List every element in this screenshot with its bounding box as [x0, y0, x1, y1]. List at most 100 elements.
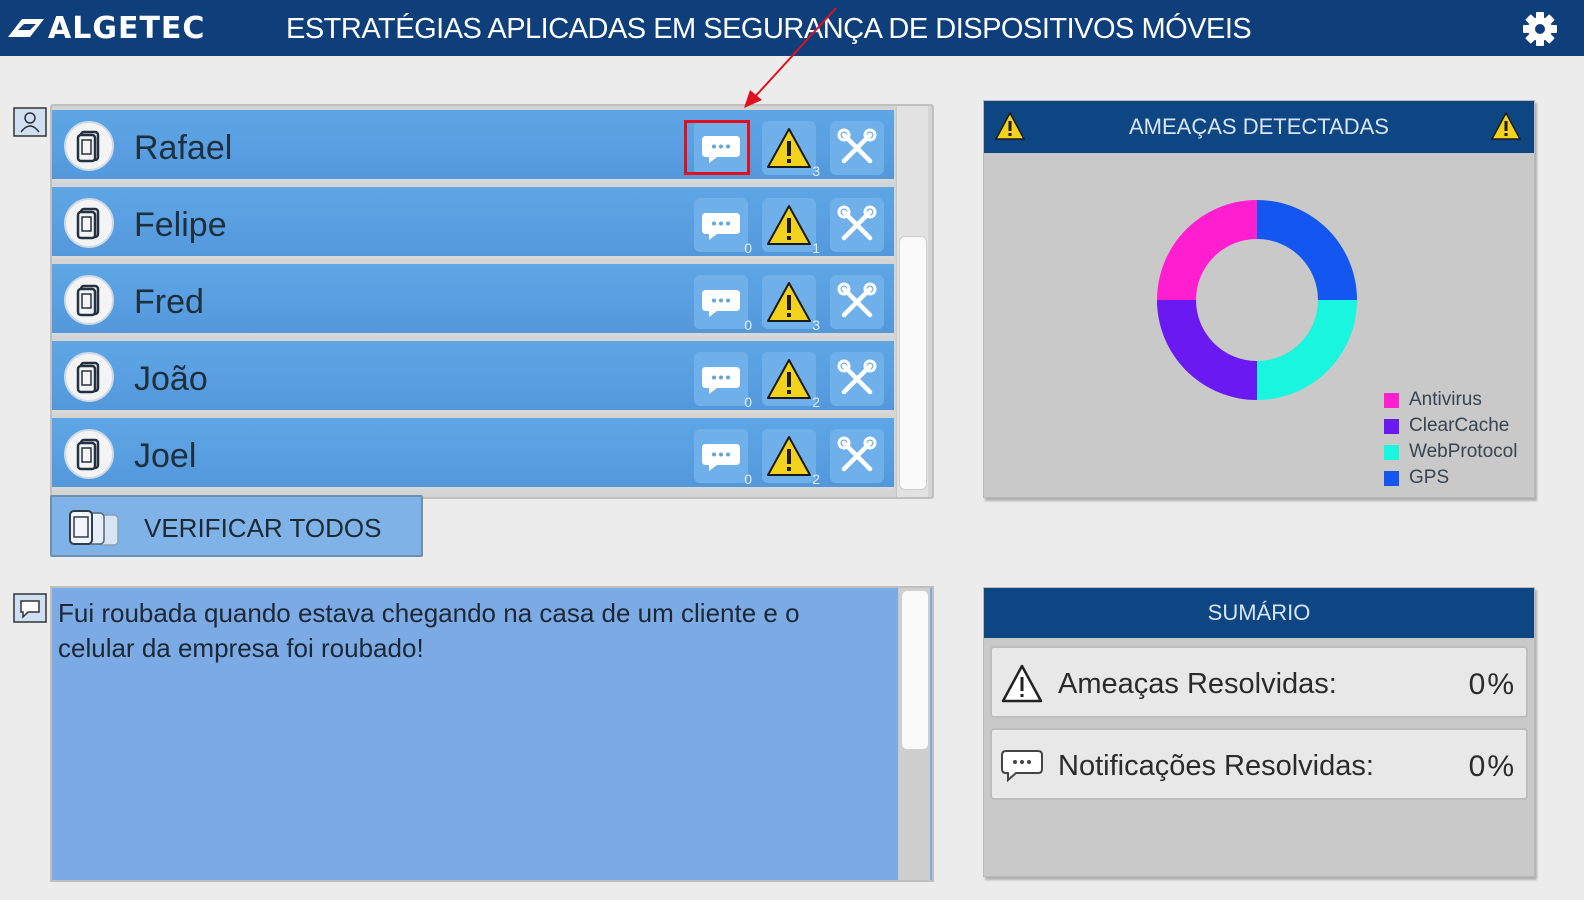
legend-label: Antivirus — [1409, 389, 1482, 410]
legend-label: GPS — [1409, 467, 1450, 488]
notifications-button[interactable]: 0 — [694, 429, 752, 487]
warning-icon — [767, 128, 811, 168]
chat-bubble-icon — [702, 213, 740, 240]
threat-count: 3 — [812, 163, 820, 179]
message-box: Fui roubada quando estava chegando na ca… — [50, 586, 934, 882]
gear-icon[interactable] — [1522, 11, 1558, 47]
legend-swatch — [1384, 418, 1399, 434]
phone-avatar-icon — [64, 275, 114, 325]
summary-card: SUMÁRIO Ameaças Resolvidas: 0% Notificaç… — [983, 587, 1535, 877]
device-row[interactable]: Rafael 3 — [52, 110, 894, 182]
verify-all-label: VERIFICAR TODOS — [144, 513, 382, 543]
message-scroll-thumb[interactable] — [901, 590, 929, 750]
logo: ALGETEC — [6, 10, 205, 46]
users-panel-icon — [13, 107, 47, 137]
threats-resolved-value: 0% — [1468, 668, 1516, 701]
phone-avatar-icon — [64, 198, 114, 248]
device-row[interactable]: Fred 0 3 — [52, 264, 894, 336]
message-panel-icon — [13, 593, 47, 623]
threats-button[interactable]: 2 — [762, 352, 820, 410]
highlight-box — [684, 120, 750, 175]
summary-title: SUMÁRIO — [984, 588, 1534, 638]
device-name: João — [134, 360, 208, 398]
notifications-button[interactable]: 0 — [694, 352, 752, 410]
chat-bubble-icon — [1001, 750, 1043, 783]
warning-icon — [767, 436, 811, 476]
threats-legend: Antivirus ClearCache WebProtocol GPS — [1384, 387, 1517, 491]
device-name: Felipe — [134, 206, 227, 244]
tools-icon — [837, 205, 877, 241]
tools-button[interactable] — [830, 352, 884, 406]
device-list-scroll-thumb[interactable] — [899, 236, 927, 490]
legend-label: ClearCache — [1409, 415, 1510, 436]
tools-icon — [837, 436, 877, 472]
logo-mark-icon — [8, 19, 44, 37]
notifications-resolved-label: Notificações Resolvidas: — [1058, 750, 1374, 782]
app-header: ALGETEC ESTRATÉGIAS APLICADAS EM SEGURAN… — [0, 0, 1584, 56]
warning-icon — [1490, 111, 1522, 140]
threats-button[interactable]: 3 — [762, 275, 820, 333]
threat-count: 3 — [812, 317, 820, 333]
device-name: Rafael — [134, 129, 233, 167]
warning-icon — [767, 359, 811, 399]
device-row[interactable]: Joel 0 2 — [52, 418, 894, 490]
phone-avatar-icon — [64, 429, 114, 479]
warning-icon — [767, 205, 811, 245]
tools-icon — [837, 282, 877, 318]
notifications-resolved-value: 0% — [1468, 750, 1516, 783]
tools-icon — [837, 359, 877, 395]
threats-button[interactable]: 3 — [762, 121, 820, 179]
notification-count: 0 — [744, 394, 752, 410]
chat-bubble-icon — [702, 290, 740, 317]
notifications-resolved-row: Notificações Resolvidas: 0% — [990, 728, 1528, 800]
legend-swatch — [1384, 392, 1399, 408]
threats-resolved-row: Ameaças Resolvidas: 0% — [990, 646, 1528, 718]
donut-slice-antivirus — [1157, 200, 1257, 300]
logo-text: ALGETEC — [48, 10, 206, 46]
threat-count: 2 — [812, 394, 820, 410]
device-list-scrollbar[interactable] — [896, 106, 928, 497]
threats-card-title: AMEAÇAS DETECTADAS — [984, 101, 1534, 153]
notifications-button[interactable]: 0 — [694, 275, 752, 333]
legend-item: WebProtocol — [1384, 439, 1517, 465]
notifications-button[interactable]: 0 — [694, 198, 752, 256]
verify-all-button[interactable]: VERIFICAR TODOS — [50, 495, 423, 557]
legend-item: ClearCache — [1384, 413, 1517, 439]
message-scrollbar[interactable] — [898, 588, 930, 880]
donut-slice-clearcache — [1157, 300, 1257, 400]
device-row[interactable]: João 0 2 — [52, 341, 894, 413]
tools-button[interactable] — [830, 275, 884, 329]
device-name: Joel — [134, 437, 197, 475]
message-text: Fui roubada quando estava chegando na ca… — [58, 598, 800, 663]
phone-avatar-icon — [64, 121, 114, 171]
chat-bubble-icon — [702, 444, 740, 471]
donut-slice-gps — [1257, 200, 1357, 300]
page-title: ESTRATÉGIAS APLICADAS EM SEGURANÇA DE DI… — [286, 13, 1252, 45]
threat-count: 1 — [812, 240, 820, 256]
threats-button[interactable]: 1 — [762, 198, 820, 256]
notification-count: 0 — [744, 240, 752, 256]
warning-icon — [994, 111, 1026, 140]
warning-icon — [767, 282, 811, 322]
tools-icon — [837, 128, 877, 164]
devices-icon — [69, 510, 119, 546]
threats-donut-chart — [1157, 200, 1357, 400]
warning-outline-icon — [1001, 664, 1043, 703]
notification-count: 0 — [744, 471, 752, 487]
threat-count: 2 — [812, 471, 820, 487]
legend-swatch — [1384, 444, 1399, 460]
legend-swatch — [1384, 470, 1399, 486]
phone-avatar-icon — [64, 352, 114, 402]
donut-slice-webprotocol — [1257, 300, 1357, 400]
threats-card: AMEAÇAS DETECTADAS Antivirus ClearCache … — [983, 100, 1535, 498]
legend-item: Antivirus — [1384, 387, 1517, 413]
notification-count: 0 — [744, 317, 752, 333]
tools-button[interactable] — [830, 198, 884, 252]
device-name: Fred — [134, 283, 204, 321]
tools-button[interactable] — [830, 429, 884, 483]
threats-button[interactable]: 2 — [762, 429, 820, 487]
chat-bubble-icon — [702, 367, 740, 394]
device-row[interactable]: Felipe 0 1 — [52, 187, 894, 259]
threats-resolved-label: Ameaças Resolvidas: — [1058, 668, 1337, 700]
tools-button[interactable] — [830, 121, 884, 175]
